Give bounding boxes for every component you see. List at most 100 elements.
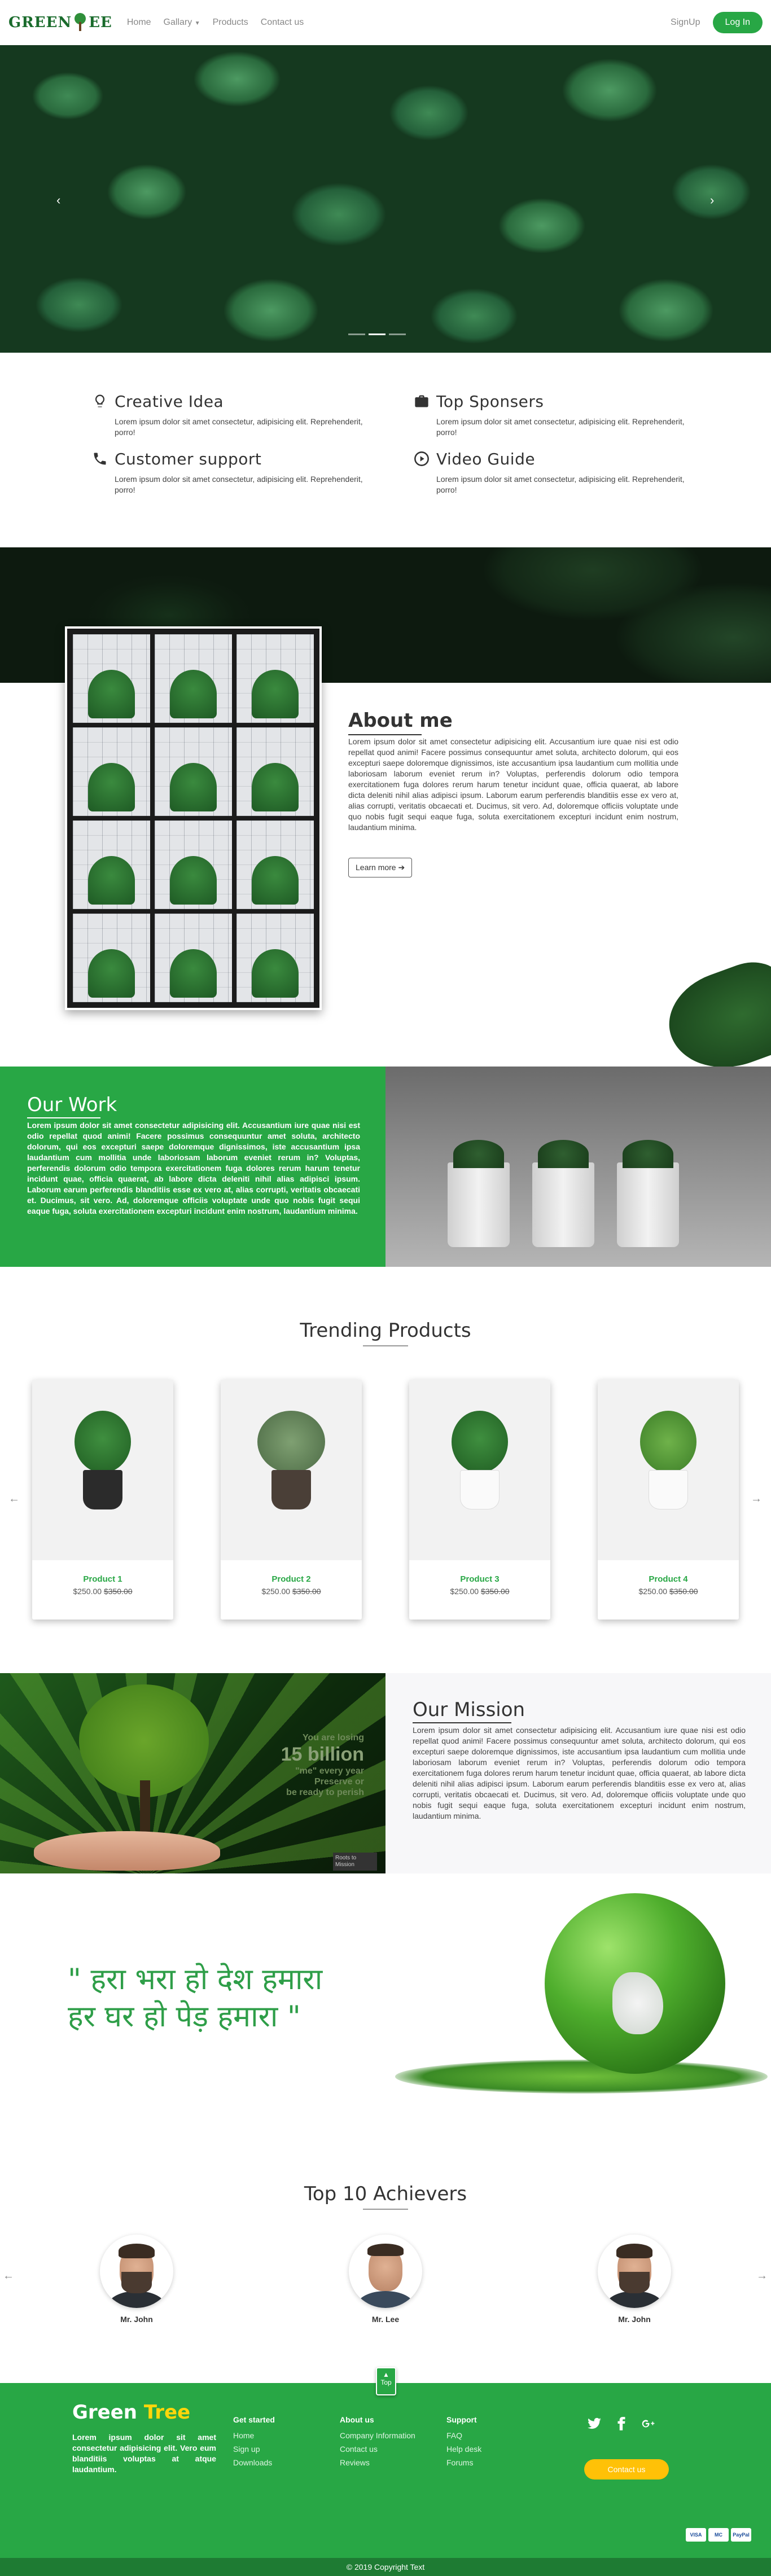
plant-picture	[640, 1411, 696, 1473]
our-work-title: Our Work	[27, 1094, 117, 1118]
succulent-picture	[257, 1411, 325, 1473]
google-plus-icon[interactable]	[641, 2416, 656, 2431]
achiever-card[interactable]: Mr. Lee	[349, 2235, 422, 2324]
footer-link[interactable]: Help desk	[446, 2442, 481, 2456]
footer-link[interactable]: Downloads	[233, 2456, 275, 2469]
pot-picture	[649, 1470, 688, 1509]
mission-title: Our Mission	[413, 1699, 525, 1723]
footer-link[interactable]: Reviews	[340, 2456, 415, 2469]
logo[interactable]: GREEN EE	[8, 13, 112, 32]
product-price: $250.00 $350.00	[32, 1587, 173, 1596]
nav-gallery[interactable]: Gallary ▼	[164, 17, 200, 28]
tree-logo-icon	[72, 13, 88, 32]
footer-col-about-us: About us Company Information Contact us …	[340, 2415, 415, 2469]
nav-products[interactable]: Products	[213, 17, 248, 28]
hand-picture	[34, 1831, 220, 1871]
product-price: $250.00 $350.00	[221, 1587, 362, 1596]
footer-brand: Green Tree	[72, 2401, 190, 2424]
nav-contact[interactable]: Contact us	[261, 17, 304, 28]
product-price: $250.00 $350.00	[409, 1587, 550, 1596]
briefcase-icon	[415, 395, 428, 407]
achievers-next-arrow-icon[interactable]: →	[756, 2270, 768, 2283]
twitter-icon[interactable]	[587, 2416, 602, 2431]
feature-title: Top Sponsers	[436, 392, 544, 411]
achiever-card[interactable]: Mr. John	[100, 2235, 173, 2324]
phone-icon	[94, 453, 106, 465]
hero-next-arrow-icon[interactable]: ›	[710, 193, 714, 208]
products-next-arrow-icon[interactable]: →	[751, 1493, 762, 1506]
shelf-plants-picture	[73, 634, 314, 1002]
arrow-up-icon: ▲	[383, 2371, 389, 2378]
carousel-indicator[interactable]	[348, 333, 365, 335]
arrow-right-icon: ➔	[398, 863, 405, 872]
play-circle-icon	[414, 451, 429, 466]
footer-link[interactable]: Home	[233, 2429, 275, 2442]
carousel-indicator[interactable]	[389, 333, 406, 335]
feature-text: Lorem ipsum dolor sit amet consectetur, …	[436, 417, 685, 437]
product-image	[598, 1380, 739, 1560]
footer-link[interactable]: Company Information	[340, 2429, 415, 2442]
avatar	[598, 2235, 671, 2308]
avatar	[349, 2235, 422, 2308]
page: GREEN EE Home Gallary ▼ Products Contact …	[0, 0, 771, 2576]
product-name[interactable]: Product 2	[221, 1574, 362, 1584]
trending-title-text: Trending Products	[0, 1319, 771, 1346]
footer-link[interactable]: Sign up	[233, 2442, 275, 2456]
signup-link[interactable]: SignUp	[671, 17, 700, 28]
achievers-prev-arrow-icon[interactable]: ←	[3, 2270, 14, 2283]
caption-line: Preserve or	[314, 1777, 364, 1787]
pot-picture	[83, 1470, 122, 1509]
hero-prev-arrow-icon[interactable]: ‹	[56, 193, 60, 208]
quote-line-1: " हरा भरा हो देश हमारा	[68, 1963, 323, 1996]
nav-links: Home Gallary ▼ Products Contact us	[127, 17, 304, 28]
price-old: $350.00	[292, 1587, 321, 1596]
feature-top-sponsers: Top Sponsers Lorem ipsum dolor sit amet …	[415, 392, 685, 438]
product-name[interactable]: Product 3	[409, 1574, 550, 1584]
grass-picture	[395, 2060, 768, 2094]
footer-link[interactable]: FAQ	[446, 2429, 481, 2442]
plant-pots-picture	[386, 1067, 771, 1267]
navbar: GREEN EE Home Gallary ▼ Products Contact …	[0, 0, 771, 45]
learn-more-button[interactable]: Learn more ➔	[348, 858, 413, 877]
price-current: $250.00	[73, 1587, 102, 1596]
product-name[interactable]: Product 1	[32, 1574, 173, 1584]
achiever-card[interactable]: Mr. John	[598, 2235, 671, 2324]
visa-icon: VISA	[686, 2528, 706, 2542]
feature-title: Customer support	[115, 450, 262, 468]
product-price: $250.00 $350.00	[598, 1587, 739, 1596]
products-prev-arrow-icon[interactable]: ←	[8, 1493, 20, 1506]
carousel-indicator[interactable]	[369, 333, 386, 335]
achiever-name: Mr. John	[120, 2315, 153, 2324]
footer-link[interactable]: Contact us	[340, 2442, 415, 2456]
learn-more-label: Learn more	[356, 863, 396, 872]
caption-big: 15 billion	[281, 1744, 364, 1765]
contact-us-button[interactable]: Contact us	[584, 2459, 669, 2480]
product-card[interactable]: Product 3 $250.00 $350.00	[409, 1380, 550, 1620]
copyright-bar: © 2019 Copyright Text	[0, 2558, 771, 2576]
brand-part-2: Tree	[143, 2401, 191, 2424]
quote-line-2: हर घर हो पेड़ हमारा "	[68, 2000, 301, 2034]
plant-picture	[75, 1411, 131, 1473]
image-badge: Roots to Mission	[333, 1853, 377, 1871]
footer-link[interactable]: Forums	[446, 2456, 481, 2469]
mastercard-icon: MC	[708, 2528, 729, 2542]
login-button[interactable]: Log In	[712, 12, 763, 33]
facebook-icon[interactable]	[614, 2416, 629, 2431]
feature-video-guide: Video Guide Lorem ipsum dolor sit amet c…	[414, 450, 685, 495]
pot-picture	[460, 1470, 500, 1509]
back-to-top-button[interactable]: ▲ Top	[376, 2367, 396, 2395]
price-current: $250.00	[450, 1587, 479, 1596]
caption-line: "me" every year	[295, 1766, 364, 1776]
mission-image-caption: You are losing 15 billion "me" every yea…	[226, 1732, 364, 1798]
our-work-section: Our Work Lorem ipsum dolor sit amet cons…	[0, 1067, 386, 1267]
product-card[interactable]: Product 4 $250.00 $350.00	[598, 1380, 739, 1620]
price-old: $350.00	[103, 1587, 133, 1596]
mission-section: Our Mission Lorem ipsum dolor sit amet c…	[386, 1673, 771, 1873]
product-name[interactable]: Product 4	[598, 1574, 739, 1584]
product-card[interactable]: Product 1 $250.00 $350.00	[32, 1380, 173, 1620]
nav-home[interactable]: Home	[127, 17, 151, 28]
trending-title: Trending Products	[0, 1319, 771, 1346]
feature-text: Lorem ipsum dolor sit amet consectetur, …	[115, 475, 363, 494]
product-card[interactable]: Product 2 $250.00 $350.00	[221, 1380, 362, 1620]
pot-picture	[617, 1140, 679, 1247]
